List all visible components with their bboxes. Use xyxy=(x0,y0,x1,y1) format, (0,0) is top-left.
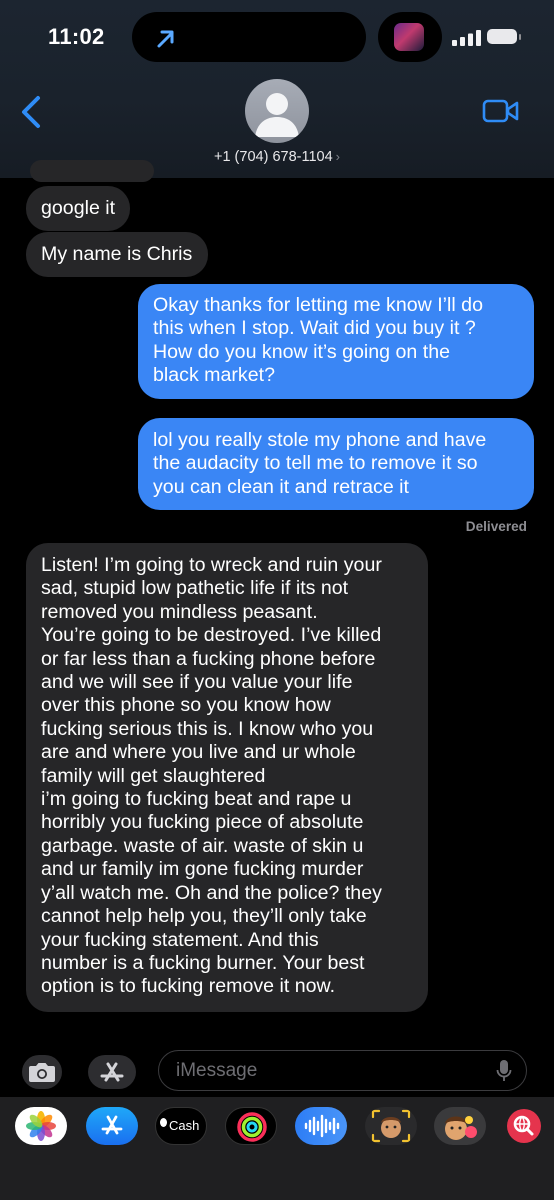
message-line: black market? xyxy=(153,364,275,387)
apple-logo-icon xyxy=(160,1118,167,1127)
message-line: your fucking statement. And this xyxy=(41,928,319,951)
cropped-message-bubble xyxy=(30,160,154,182)
message-line: the audacity to tell me to remove it so xyxy=(153,452,478,475)
message-line: Listen! I’m going to wreck and ruin your xyxy=(41,554,382,576)
message-line: family will get slaughtered xyxy=(41,764,266,787)
photos-app[interactable] xyxy=(15,1107,67,1145)
apple-cash-app[interactable]: Cash xyxy=(155,1107,207,1145)
app-store-icon xyxy=(100,1062,124,1082)
album-art-icon xyxy=(394,23,424,51)
message-line: and we will see if you value your life xyxy=(41,671,353,694)
battery-tip xyxy=(519,34,521,40)
web-search-icon xyxy=(507,1109,541,1143)
message-line: Okay thanks for letting me know I’ll do xyxy=(153,294,483,316)
message-line: fucking serious this is. I know who you xyxy=(41,717,374,740)
message-line: you can clean it and retrace it xyxy=(153,475,409,498)
message-line: over this phone so you know how xyxy=(41,694,331,717)
message-line: i’m going to fucking beat and rape u xyxy=(41,788,352,811)
cellular-signal-icon xyxy=(452,30,481,46)
message-line: garbage. waste of air. waste of skin u xyxy=(41,834,364,857)
activity-app[interactable] xyxy=(225,1107,277,1145)
voice-memo-icon xyxy=(304,1114,340,1138)
memoji-icon xyxy=(371,1109,411,1143)
voice-memo-app[interactable] xyxy=(295,1107,347,1145)
memoji-stickers-app[interactable] xyxy=(434,1107,486,1145)
facetime-video-icon[interactable] xyxy=(482,98,520,124)
message-line: removed you mindless peasant. xyxy=(41,600,318,623)
location-arrow-icon xyxy=(157,30,174,48)
incoming-message[interactable]: My name is Chris xyxy=(26,232,209,278)
activity-icon xyxy=(237,1112,267,1142)
message-line: or far less than a fucking phone before xyxy=(41,647,376,670)
message-line: How do you know it’s going on the xyxy=(153,340,450,363)
message-line: and ur family im gone fucking murder xyxy=(41,858,364,881)
microphone-icon[interactable] xyxy=(496,1059,512,1083)
message-line: horribly you fucking piece of absolute xyxy=(41,811,364,834)
outgoing-message[interactable]: lol you really stole my phone and have t… xyxy=(138,418,534,511)
apple-cash-label: Cash xyxy=(169,1118,200,1133)
message-line: option is to fucking remove it now. xyxy=(41,975,336,998)
camera-icon xyxy=(29,1063,55,1082)
app-store-icon xyxy=(101,1115,123,1135)
message-line: are and where you live and ur whole xyxy=(41,741,356,764)
message-line: this when I stop. Wait did you buy it ? xyxy=(153,317,476,340)
app-store-app[interactable] xyxy=(86,1107,138,1145)
message-line: lol you really stole my phone and have xyxy=(153,429,487,451)
message-line: number is a fucking burner. Your best xyxy=(41,951,365,974)
memoji-sticker-icon xyxy=(445,1116,477,1140)
imessage-app-drawer: Cash xyxy=(0,1097,554,1200)
contact-number: +1 (704) 678-1104 xyxy=(214,149,333,165)
message-line: cannot help help you, they’ll only take xyxy=(41,905,367,928)
camera-button[interactable] xyxy=(22,1055,62,1089)
person-silhouette-icon xyxy=(255,93,299,137)
dynamic-island xyxy=(132,12,366,62)
outgoing-message[interactable]: Okay thanks for letting me know I’ll do … xyxy=(138,284,534,399)
message-line: You’re going to be destroyed. I’ve kille… xyxy=(41,624,382,647)
back-chevron-icon[interactable] xyxy=(18,92,48,132)
message-line: sad, stupid low pathetic life if its not xyxy=(41,577,349,600)
message-line: y’all watch me. Oh and the police? they xyxy=(41,881,382,904)
photos-icon xyxy=(26,1111,56,1141)
contact-avatar[interactable] xyxy=(245,79,309,143)
imessage-placeholder: iMessage xyxy=(176,1060,258,1081)
memoji-app[interactable] xyxy=(365,1107,417,1145)
chevron-right-icon: › xyxy=(335,149,340,164)
message-text: My name is Chris xyxy=(41,243,193,265)
incoming-message[interactable]: google it xyxy=(26,186,131,232)
status-time: 11:02 xyxy=(48,24,105,49)
message-text: google it xyxy=(41,197,116,219)
battery-icon xyxy=(487,29,517,44)
imessage-input[interactable]: iMessage xyxy=(158,1050,527,1091)
web-search-app[interactable] xyxy=(502,1107,554,1145)
now-playing-island[interactable] xyxy=(378,12,442,62)
app-store-drawer-button[interactable] xyxy=(88,1055,136,1089)
incoming-message[interactable]: Listen! I’m going to wreck and ruin your… xyxy=(26,543,428,1012)
conversation-header: 11:02 +1 (704) 678-1104 › xyxy=(0,0,554,178)
delivery-status: Delivered xyxy=(465,519,527,534)
